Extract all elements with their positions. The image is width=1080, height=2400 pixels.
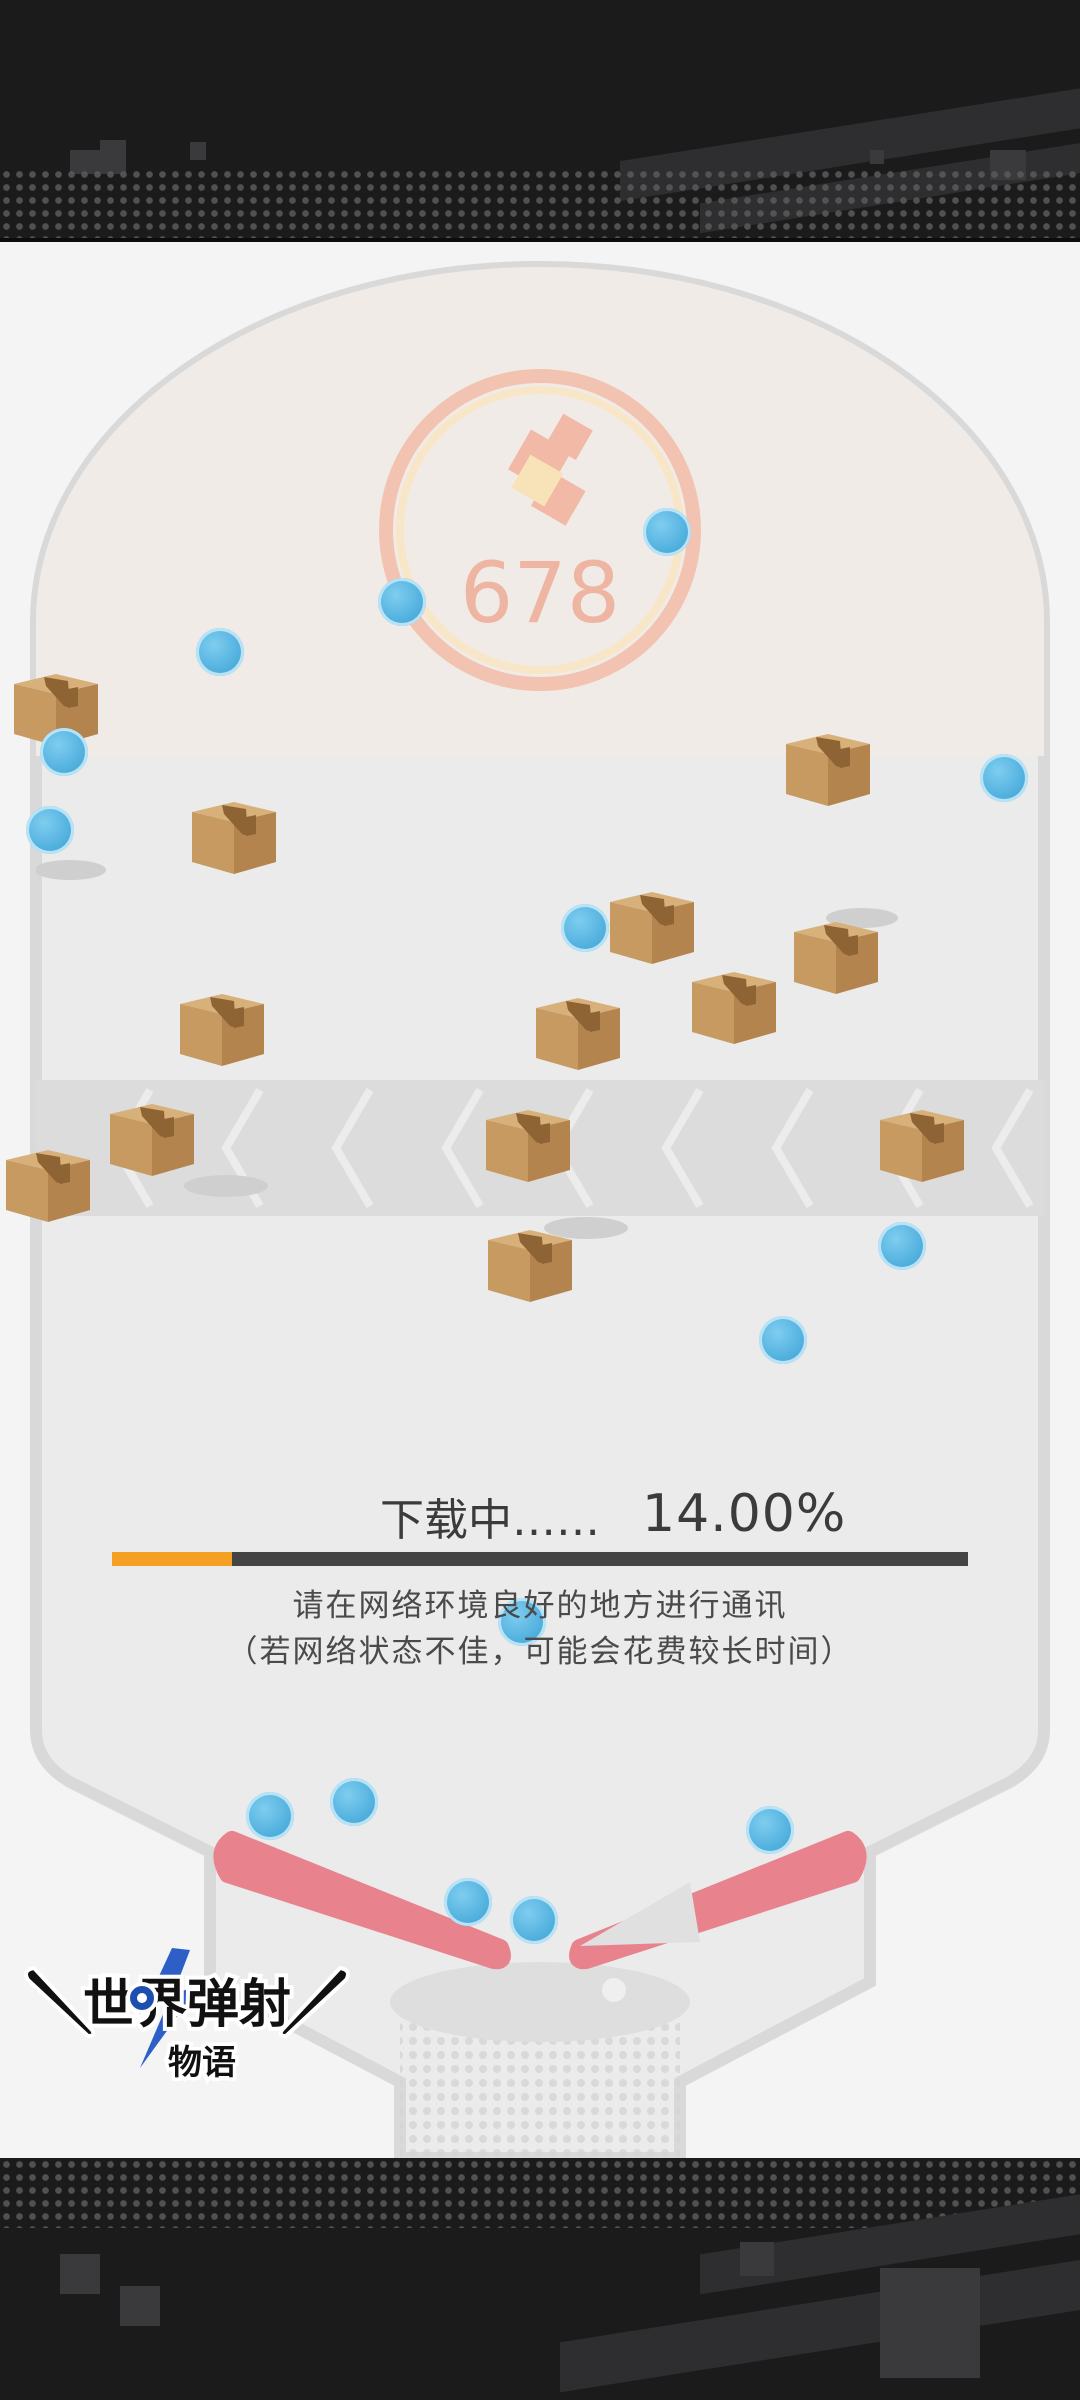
loading-label: 下载中……	[380, 1495, 600, 1546]
bottom-decorative-band	[0, 2158, 1080, 2400]
cardboard-box-icon	[0, 1138, 96, 1222]
pinball-ball-icon	[878, 1222, 926, 1270]
game-logo: 世界弹射 物语	[24, 1948, 350, 2087]
cardboard-box-icon	[874, 1098, 970, 1182]
cardboard-box-icon	[788, 910, 884, 994]
pinball-ball-icon	[196, 628, 244, 676]
pinball-ball-icon	[40, 728, 88, 776]
cardboard-box-icon	[604, 880, 700, 964]
loading-row: 下载中…… 14.00%	[0, 1480, 1080, 1550]
cardboard-box-icon	[780, 722, 876, 806]
pinball-ball-icon	[330, 1778, 378, 1826]
pinball-ball-icon	[561, 904, 609, 952]
svg-text:物语: 物语	[168, 2043, 236, 2083]
top-decorative-band	[0, 0, 1080, 242]
progress-percentage: 14.00%	[642, 1484, 847, 1544]
pinball-ball-icon	[26, 806, 74, 854]
svg-text:世界弹射: 世界弹射	[83, 1975, 291, 2035]
table-graphics: 678	[30, 261, 1050, 2158]
pinball-ball-icon	[510, 1896, 558, 1944]
pinball-ball-icon	[759, 1316, 807, 1364]
cardboard-box-icon	[104, 1092, 200, 1176]
pinball-ball-icon	[643, 508, 691, 556]
pinball-ball-icon	[980, 754, 1028, 802]
cardboard-box-icon	[480, 1098, 576, 1182]
cardboard-box-icon	[530, 986, 626, 1070]
progress-bar	[112, 1552, 968, 1566]
cardboard-box-icon	[686, 960, 782, 1044]
cardboard-box-icon	[482, 1218, 578, 1302]
pinball-ball-icon	[746, 1806, 794, 1854]
pinball-ball-icon	[378, 578, 426, 626]
network-hint: 请在网络环境良好的地方进行通讯	[292, 1588, 788, 1624]
cardboard-box-icon	[174, 982, 270, 1066]
pinball-ball-icon	[444, 1878, 492, 1926]
pinball-ball-icon	[246, 1792, 294, 1840]
pinball-table: 678	[0, 242, 1080, 2158]
cardboard-box-icon	[186, 790, 282, 874]
score-value: 678	[460, 544, 620, 642]
progress-bar-fill	[112, 1552, 232, 1566]
network-hint-detail: （若网络状态不佳，可能会花费较长时间）	[226, 1634, 854, 1670]
